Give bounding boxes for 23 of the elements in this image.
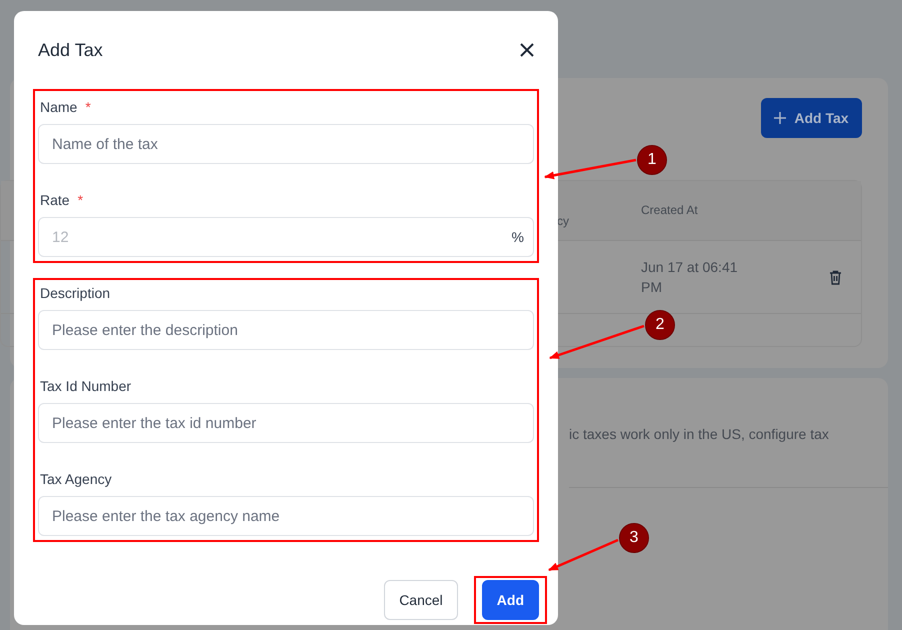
field-label: Description xyxy=(40,284,110,303)
field-label: Tax Id Number xyxy=(40,377,132,396)
unit-label: % xyxy=(512,229,524,245)
input-field[interactable]: Please enter the description xyxy=(38,310,534,350)
close-icon[interactable] xyxy=(520,43,534,57)
field-label: Rate xyxy=(40,191,70,210)
add-button[interactable]: Add xyxy=(482,580,539,620)
required-mark: * xyxy=(78,191,84,210)
arrow xyxy=(548,538,618,572)
dialog-title: Add Tax xyxy=(38,40,103,60)
input-field[interactable]: Please enter the tax id number xyxy=(38,403,534,443)
info-text: ic taxes work only in the US, configure tax xyxy=(569,426,888,488)
cancel-button[interactable]: Cancel xyxy=(384,580,458,620)
trash-icon[interactable] xyxy=(829,270,842,284)
field-label: Tax Agency xyxy=(40,470,112,489)
column-header: Created At xyxy=(641,203,699,217)
plus-icon xyxy=(774,112,786,124)
add-tax-button[interactable]: Add Tax xyxy=(761,98,862,138)
table-cell-text: Jun 17 at 06:41 PM xyxy=(641,258,739,297)
field-label: Name xyxy=(40,98,78,117)
required-mark: * xyxy=(85,98,91,117)
input-field[interactable]: Please enter the tax agency name xyxy=(38,496,534,536)
input-field[interactable]: Name of the tax xyxy=(38,124,534,164)
